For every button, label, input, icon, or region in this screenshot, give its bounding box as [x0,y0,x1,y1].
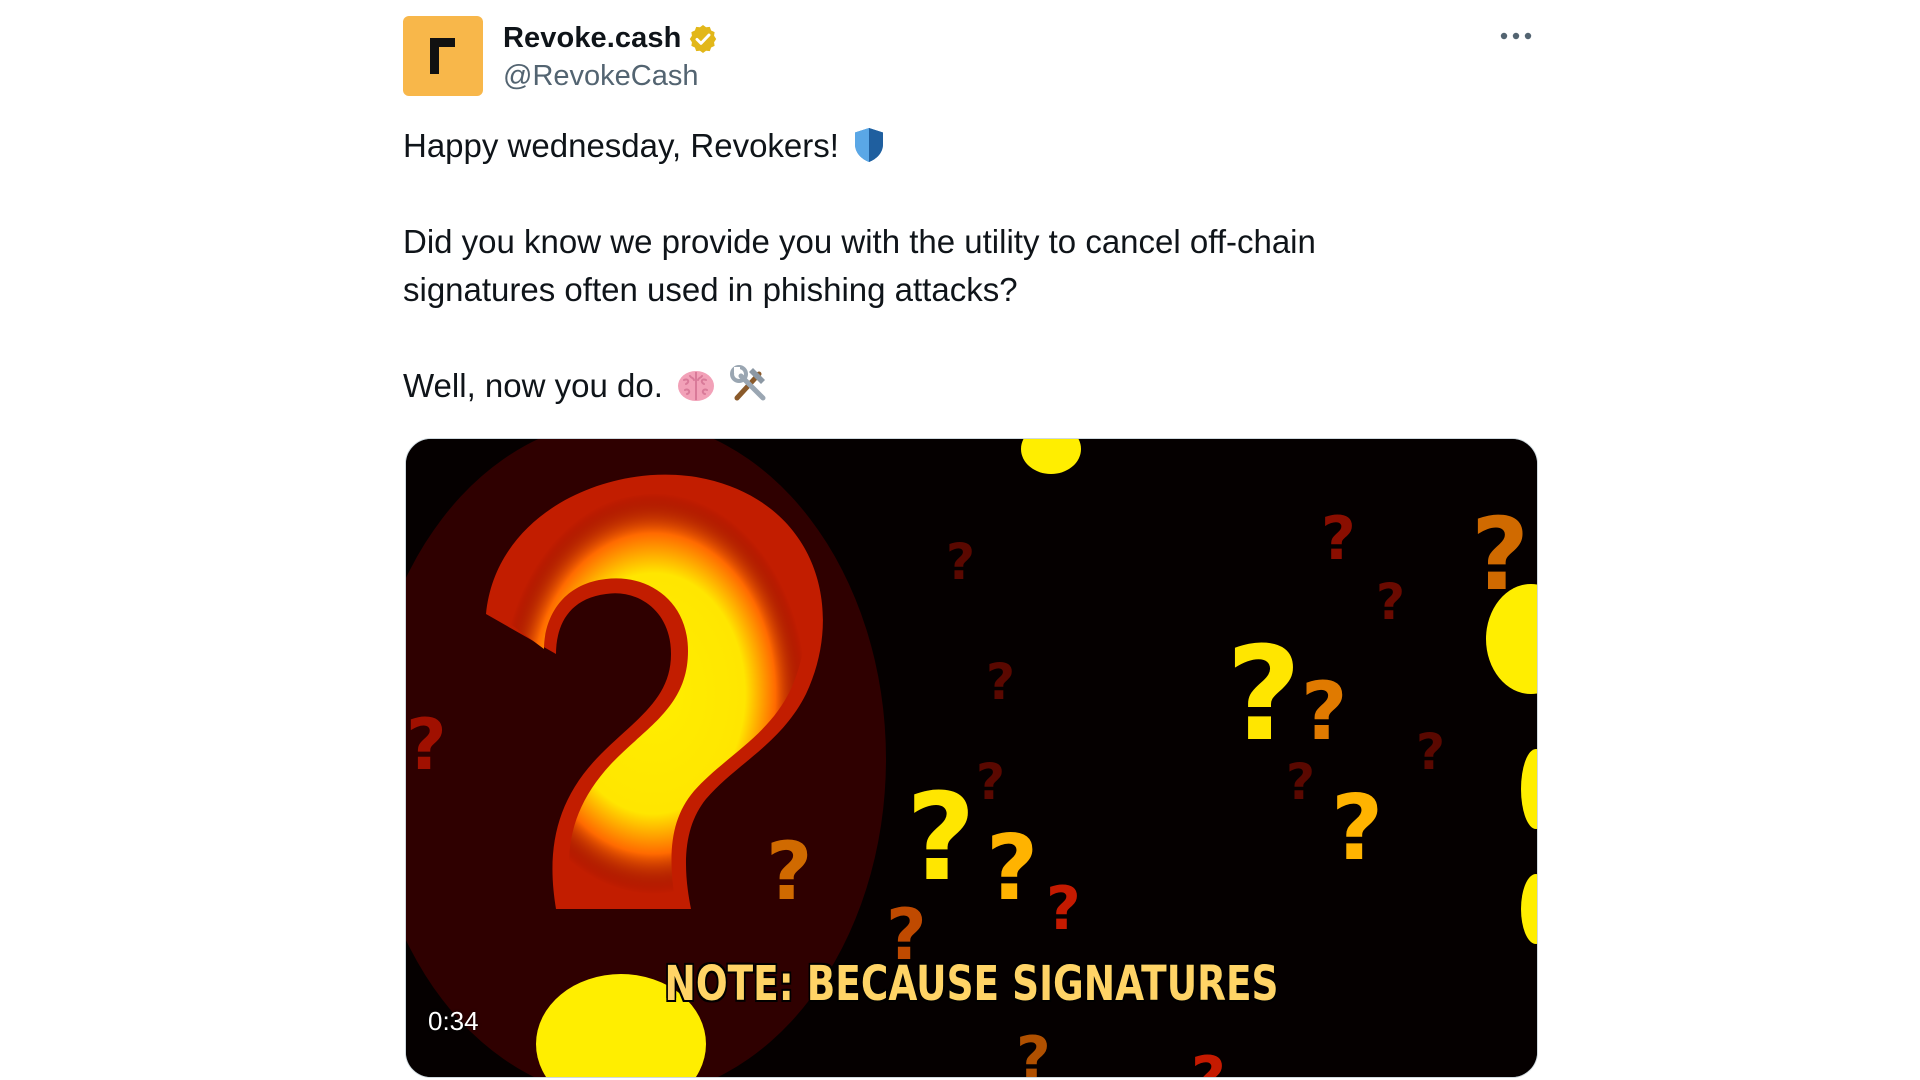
svg-text:?: ? [1376,573,1405,631]
revoke-logo-icon [430,38,455,74]
verified-badge-icon [690,24,717,53]
svg-text:?: ? [406,704,447,786]
svg-text:?: ? [986,653,1015,711]
svg-text:?: ? [1301,665,1347,758]
svg-text:?: ? [1016,1024,1051,1078]
tweet-line: Did you know we provide you with the uti… [403,218,1523,266]
svg-text:?: ? [1321,504,1356,574]
tweet-text-line-2: Did you know we provide you with the uti… [403,223,1316,260]
tweet-line: Happy wednesday, Revokers! [403,122,1523,170]
video-player[interactable]: ? ? ? ? ? ? ? ? ? ? ? ? ? ? ? ? ? ? ? NO… [405,438,1538,1078]
hammer-and-wrench-emoji-icon [730,365,766,401]
tweet-line: Well, now you do. [403,362,1523,410]
author-names: Revoke.cash @RevokeCash [503,20,719,93]
tweet-text-line-4: Well, now you do. [403,367,663,404]
brain-emoji-icon [678,371,715,401]
svg-text:?: ? [1416,723,1445,781]
svg-text:?: ? [1191,1044,1226,1078]
tweet-text-line-1: Happy wednesday, Revokers! [403,127,839,164]
svg-text:?: ? [1286,753,1315,811]
svg-text:?: ? [1226,618,1301,770]
video-caption: NOTE: BECAUSE SIGNATURES [664,956,1279,1012]
author-handle[interactable]: @RevokeCash [503,60,719,93]
svg-text:?: ? [1046,874,1081,944]
svg-text:?: ? [946,533,975,591]
svg-text:?: ? [766,825,812,918]
svg-text:?: ? [986,816,1038,921]
tweet-text: Happy wednesday, Revokers! Did you know … [403,122,1523,410]
more-horizontal-icon [1500,32,1532,40]
tweet-header: Revoke.cash @RevokeCash [403,16,719,96]
tweet-text-line-3: signatures often used in phishing attack… [403,271,1018,308]
display-name-row: Revoke.cash [503,20,719,58]
video-duration: 0:34 [428,1006,479,1036]
display-name[interactable]: Revoke.cash [503,22,681,55]
more-options-button[interactable] [1496,22,1536,50]
shield-emoji-icon [855,128,884,162]
svg-text:?: ? [1331,776,1383,881]
avatar[interactable] [403,16,483,96]
svg-text:?: ? [906,769,976,908]
svg-text:?: ? [976,753,1005,811]
tweet-line: signatures often used in phishing attack… [403,266,1523,314]
